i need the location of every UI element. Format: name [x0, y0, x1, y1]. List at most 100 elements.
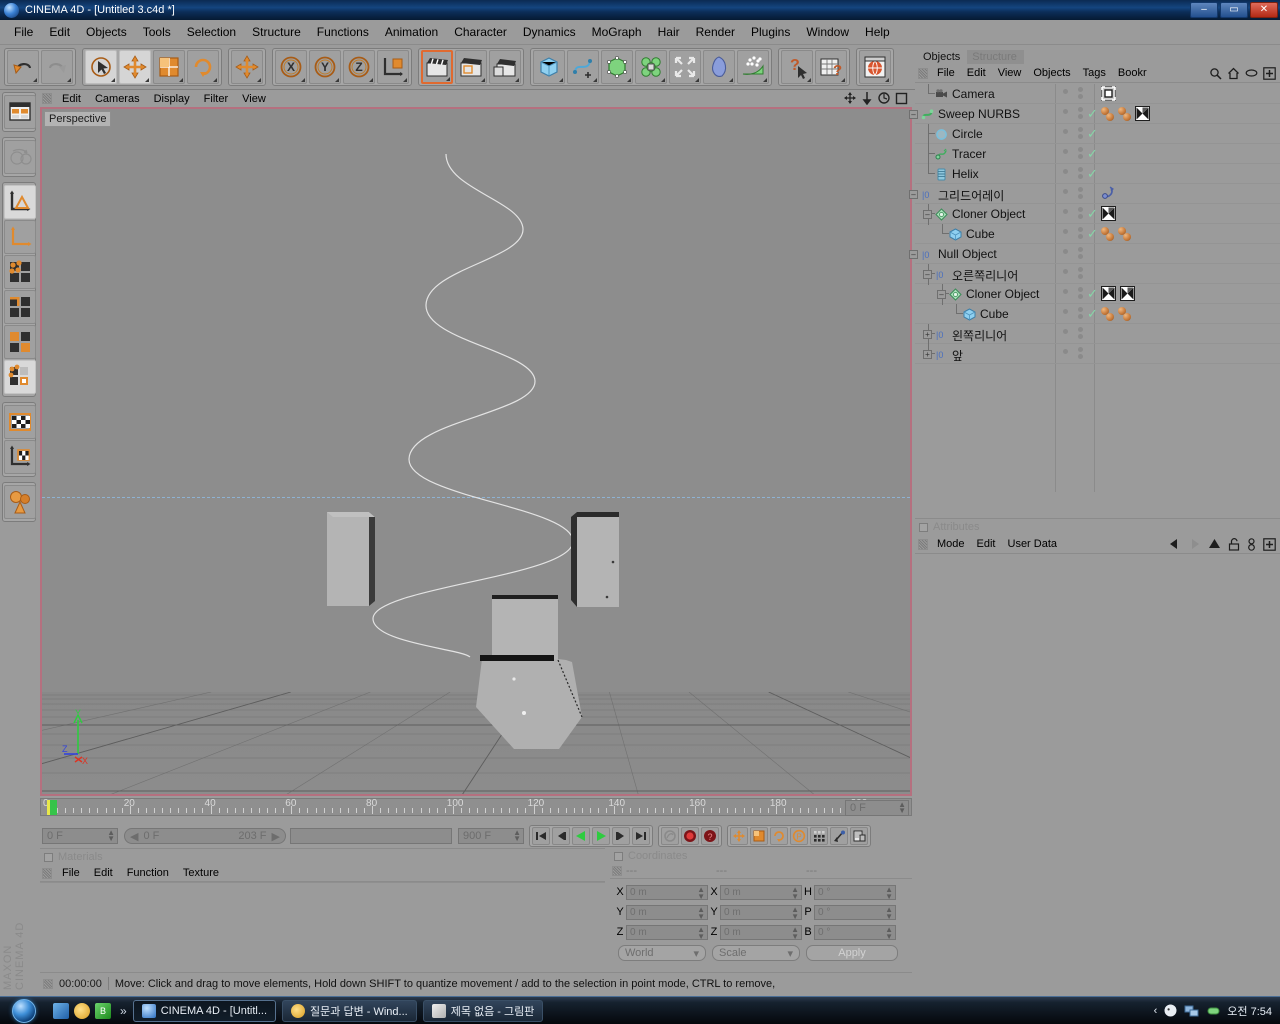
object-manager-menu-tags[interactable]: Tags: [1077, 66, 1112, 80]
lock-x-axis-button[interactable]: X: [275, 50, 307, 84]
size-z-spinner[interactable]: ▲ ▼: [791, 925, 799, 940]
timeline-scrollbar[interactable]: [290, 828, 452, 844]
texture-mode-button[interactable]: [4, 405, 36, 439]
plus-box-icon[interactable]: [1263, 66, 1276, 80]
points-mode-button[interactable]: [4, 255, 36, 289]
end-frame-spinner[interactable]: ▲ ▼: [513, 829, 521, 843]
object-name-label[interactable]: Null Object: [938, 247, 997, 261]
render-view-button[interactable]: [421, 50, 453, 84]
visibility-dot-render[interactable]: [1078, 87, 1083, 99]
autokeying-toggle-button[interactable]: [830, 827, 848, 845]
attributes-menu-edit[interactable]: Edit: [971, 537, 1002, 551]
visibility-dot-editor[interactable]: [1063, 249, 1068, 254]
edges-mode-button[interactable]: [4, 290, 36, 324]
menu-item-plugins[interactable]: Plugins: [743, 22, 798, 42]
menu-item-dynamics[interactable]: Dynamics: [515, 22, 584, 42]
visibility-dot-editor[interactable]: [1063, 149, 1068, 154]
object-tree-row[interactable]: + |0 왼쪽리니어: [915, 324, 1280, 345]
apply-button[interactable]: Apply: [806, 945, 898, 961]
world-coordinate-system-button[interactable]: [377, 50, 409, 84]
next-frame-button[interactable]: [612, 827, 630, 845]
object-manager-menu-objects[interactable]: Objects: [1027, 66, 1076, 80]
viewport-menu-view[interactable]: View: [235, 92, 273, 106]
pan-view-icon[interactable]: [861, 91, 873, 105]
close-button[interactable]: ✕: [1250, 2, 1278, 18]
size-y-field[interactable]: 0 m ▲ ▼: [720, 904, 802, 920]
dropdown-corner-icon[interactable]: [729, 78, 733, 82]
visibility-dot-render[interactable]: [1078, 167, 1083, 179]
lock-y-axis-button[interactable]: Y: [309, 50, 341, 84]
chevron-left-icon[interactable]: ‹: [1154, 1005, 1158, 1017]
object-name-label[interactable]: Cube: [966, 227, 995, 241]
tree-expander-minus[interactable]: –: [909, 110, 918, 119]
speaker-icon[interactable]: [1163, 1003, 1178, 1018]
rotation-h-field[interactable]: 0 ° ▲ ▼: [814, 884, 896, 900]
home-icon[interactable]: [1227, 67, 1240, 80]
tree-expander-minus[interactable]: –: [909, 190, 918, 199]
world-grid-button[interactable]: [4, 140, 36, 174]
object-manager-tab-structure[interactable]: Structure: [967, 50, 1024, 64]
range-next-arrow-icon[interactable]: ▶: [272, 830, 280, 843]
redo-button[interactable]: [41, 50, 73, 84]
undo-button[interactable]: [7, 50, 39, 84]
rotation-p-field[interactable]: 0 ° ▲ ▼: [814, 904, 896, 920]
materials-menu-texture[interactable]: Texture: [176, 866, 226, 880]
object-manager-menu-edit[interactable]: Edit: [961, 66, 992, 80]
dropdown-corner-icon[interactable]: [695, 78, 699, 82]
object-name-label[interactable]: Cloner Object: [966, 287, 1039, 301]
object-name-label[interactable]: Cloner Object: [952, 207, 1025, 221]
forward-arrow-icon[interactable]: [1188, 538, 1201, 550]
polygons-mode-button[interactable]: [4, 325, 36, 359]
play-forwards-button[interactable]: [592, 827, 610, 845]
object-name-label[interactable]: Circle: [952, 127, 983, 141]
visibility-dot-editor[interactable]: [1063, 89, 1068, 94]
visibility-dot-editor[interactable]: [1063, 329, 1068, 334]
object-manager-tree[interactable]: Camera – Sweep NURBS ✓ Circle ✓ Tracer ✓ Helix ✓ –…: [909, 84, 1280, 492]
previous-frame-button[interactable]: [552, 827, 570, 845]
object-tree-row[interactable]: – |0 오른쪽리니어: [915, 264, 1280, 285]
materials-grip-icon[interactable]: [42, 867, 52, 879]
statusbar-grip-icon[interactable]: [43, 978, 53, 989]
menu-item-tools[interactable]: Tools: [135, 22, 179, 42]
transform-mode-dropdown[interactable]: Scale ▾: [712, 945, 800, 961]
menu-item-file[interactable]: File: [6, 22, 41, 42]
object-name-label[interactable]: Cube: [980, 307, 1009, 321]
position-y-field[interactable]: 0 m ▲ ▼: [626, 904, 708, 920]
visibility-dot-render[interactable]: [1078, 147, 1083, 159]
object-tree-row[interactable]: – Cloner Object ✓: [915, 204, 1280, 225]
visibility-dot-render[interactable]: [1078, 307, 1083, 319]
object-tree-row[interactable]: – |0 그리드어레이: [909, 184, 1280, 204]
preview-range-bar[interactable]: ◀ 0 F 203 F ▶: [124, 828, 286, 844]
object-tree-row[interactable]: + |0 앞: [915, 344, 1280, 364]
object-name-label[interactable]: Tracer: [952, 147, 986, 161]
visibility-dot-editor[interactable]: [1063, 169, 1068, 174]
material-tag[interactable]: [1118, 307, 1135, 322]
layout-presets-button[interactable]: [4, 95, 36, 129]
add-spline-button[interactable]: [567, 50, 599, 84]
menu-item-hair[interactable]: Hair: [650, 22, 688, 42]
object-name-label[interactable]: Helix: [952, 167, 979, 181]
record-position-button[interactable]: [730, 827, 748, 845]
live-selection-tool[interactable]: [85, 50, 117, 84]
go-to-end-button[interactable]: [632, 827, 650, 845]
position-z-field[interactable]: 0 m ▲ ▼: [626, 924, 708, 940]
object-name-label[interactable]: Sweep NURBS: [938, 107, 1020, 121]
mograph-selection-mode-button[interactable]: [4, 360, 36, 394]
enable-axis-button[interactable]: [4, 485, 36, 519]
menu-item-help[interactable]: Help: [857, 22, 898, 42]
dropdown-corner-icon[interactable]: [763, 78, 767, 82]
object-name-label[interactable]: 왼쪽리니어: [952, 327, 1007, 344]
taskbar-clock[interactable]: 오전 7:54: [1227, 1003, 1272, 1019]
object-tree-row[interactable]: – Cloner Object ✓: [915, 284, 1280, 305]
web-button[interactable]: [859, 50, 891, 84]
visibility-dot-render[interactable]: [1078, 267, 1083, 279]
object-tree-row[interactable]: Cube ✓: [915, 224, 1280, 244]
attributes-grip-icon[interactable]: [918, 538, 928, 550]
visibility-dot-editor[interactable]: [1063, 269, 1068, 274]
tree-expander-minus[interactable]: –: [923, 270, 932, 279]
position-y-spinner[interactable]: ▲ ▼: [697, 905, 705, 920]
visibility-dot-render[interactable]: [1078, 187, 1083, 199]
menu-item-objects[interactable]: Objects: [78, 22, 135, 42]
keyframe-settings-button[interactable]: [850, 827, 868, 845]
taskbar-task[interactable]: 제목 없음 - 그림판: [422, 999, 544, 1022]
